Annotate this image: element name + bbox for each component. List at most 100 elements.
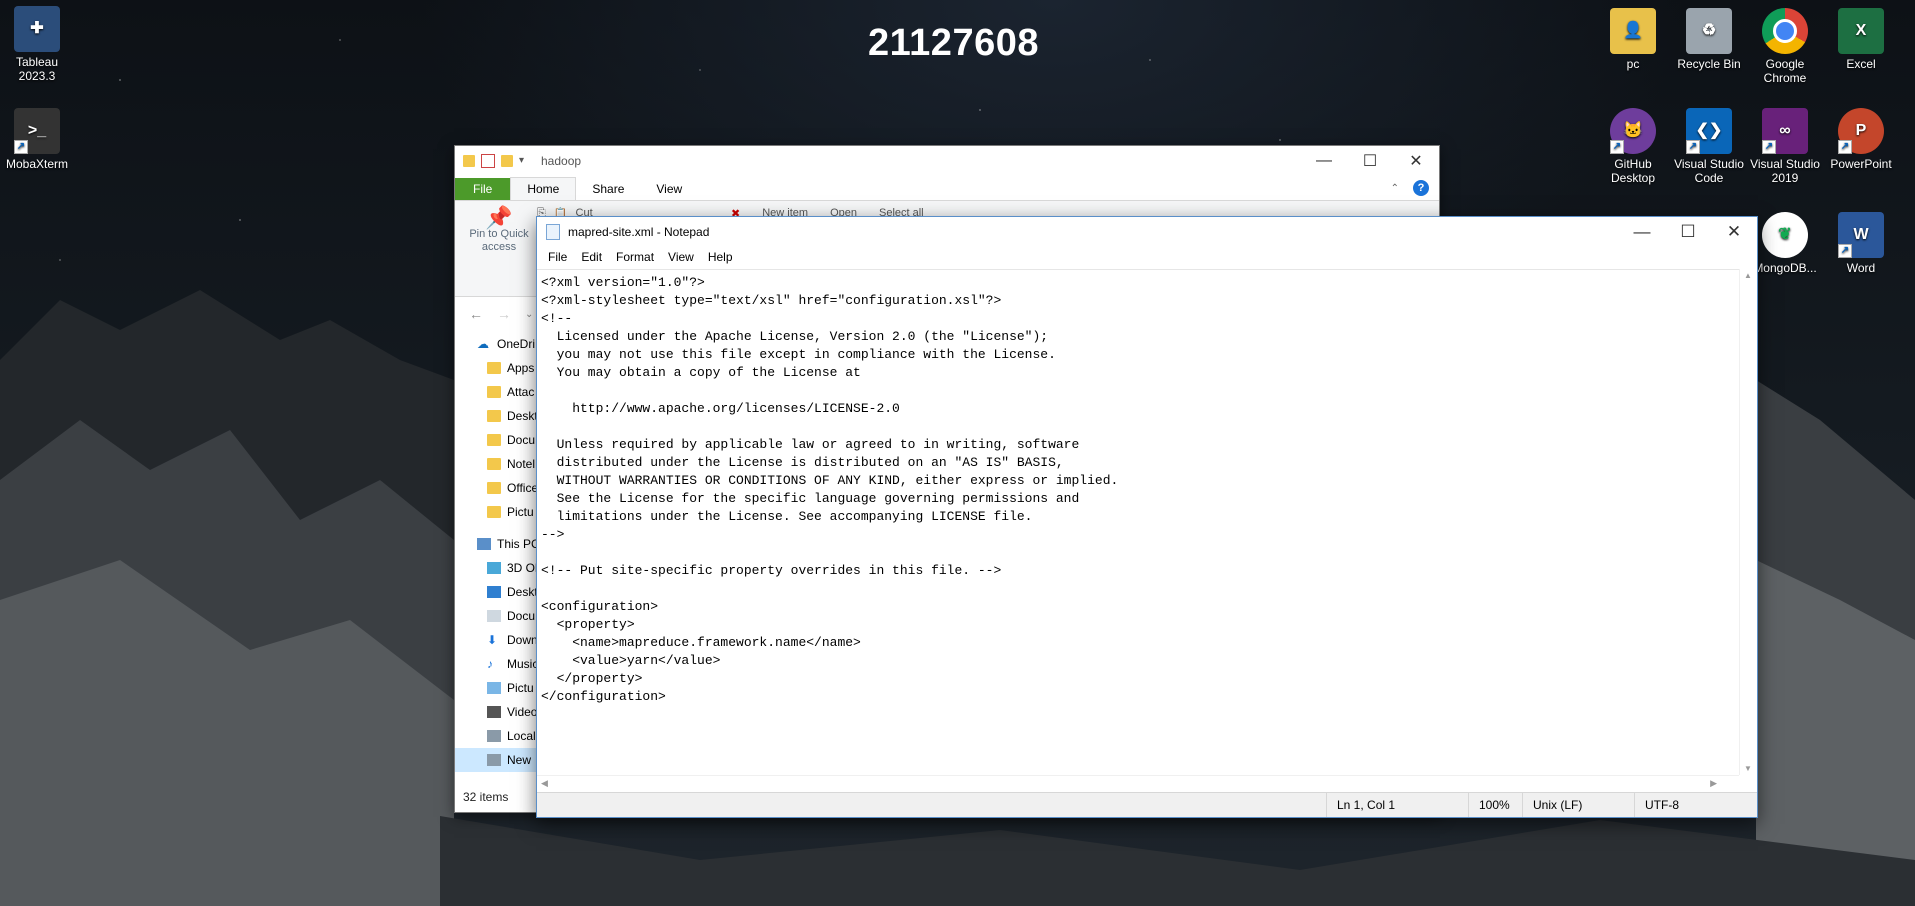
- videos-icon: [487, 706, 501, 718]
- nav-item-folder[interactable]: Notel: [455, 452, 537, 476]
- download-icon: ⬇: [487, 633, 498, 647]
- nav-item-onedrive[interactable]: ☁ OneDri: [455, 332, 537, 356]
- desktop-icon-label: Excel: [1846, 57, 1876, 71]
- desktop-icon-label: GitHub Desktop: [1610, 157, 1656, 185]
- vertical-scrollbar[interactable]: ▲ ▼: [1739, 269, 1757, 775]
- menu-format[interactable]: Format: [609, 250, 661, 264]
- excel-icon: X: [1838, 8, 1884, 54]
- menu-bar: File Edit Format View Help: [537, 247, 1757, 267]
- menu-view[interactable]: View: [661, 250, 701, 264]
- folder-icon: [487, 434, 501, 446]
- desktop-icon-label: PowerPoint: [1830, 157, 1892, 171]
- desktop-icon-excel[interactable]: X Excel: [1824, 8, 1898, 71]
- nav-item-downloads[interactable]: ⬇ Down: [455, 628, 537, 652]
- desktop-icon-label: Recycle Bin: [1677, 57, 1741, 71]
- encoding: UTF-8: [1634, 793, 1755, 817]
- nav-item-folder[interactable]: Apps: [455, 356, 537, 380]
- nav-item-folder[interactable]: Pictu: [455, 500, 537, 524]
- desktop-icon-chrome[interactable]: Google Chrome: [1748, 8, 1822, 85]
- folder-icon: [463, 155, 475, 167]
- file-content[interactable]: <?xml version="1.0"?> <?xml-stylesheet t…: [537, 270, 1739, 706]
- onedrive-icon: ☁: [477, 337, 489, 351]
- tab-home[interactable]: Home: [510, 177, 577, 200]
- nav-item-folder[interactable]: Office: [455, 476, 537, 500]
- explorer-item-count: 32 items: [463, 790, 509, 804]
- horizontal-scrollbar[interactable]: ◀ ▶: [537, 775, 1739, 792]
- scroll-left-icon[interactable]: ◀: [541, 778, 548, 789]
- desktop-icon: [487, 586, 501, 598]
- tab-share[interactable]: Share: [576, 178, 640, 200]
- nav-item-folder[interactable]: Deskt: [455, 404, 537, 428]
- new-folder-icon[interactable]: [501, 155, 513, 167]
- forward-arrow-icon[interactable]: →: [497, 306, 511, 322]
- text-editor[interactable]: <?xml version="1.0"?> <?xml-stylesheet t…: [537, 269, 1739, 776]
- folder-icon: [487, 482, 501, 494]
- visual-studio-icon: ∞ ↗: [1762, 108, 1808, 154]
- chrome-icon: [1762, 8, 1808, 54]
- notepad-title-bar[interactable]: mapred-site.xml - Notepad — ☐ ✕: [537, 217, 1757, 247]
- help-icon[interactable]: ?: [1413, 180, 1429, 196]
- tab-view[interactable]: View: [640, 178, 698, 200]
- close-icon[interactable]: ✕: [1393, 146, 1439, 176]
- nav-item-folder[interactable]: Attac: [455, 380, 537, 404]
- pin-to-quick-access-button[interactable]: 📌 Pin to Quick access: [461, 207, 537, 254]
- word-icon: W ↗: [1838, 212, 1884, 258]
- desktop-icon-label: MongoDB...: [1753, 261, 1817, 275]
- folder-icon: [487, 458, 501, 470]
- folder-icon: [487, 410, 501, 422]
- notepad-icon: [546, 224, 560, 240]
- quick-access-dropdown-icon[interactable]: ▾: [519, 155, 531, 167]
- nav-item-folder[interactable]: Docu: [455, 428, 537, 452]
- maximize-icon[interactable]: ☐: [1347, 146, 1393, 176]
- back-arrow-icon[interactable]: ←: [469, 306, 483, 322]
- vscode-icon: ❮❯ ↗: [1686, 108, 1732, 154]
- pictures-icon: [487, 682, 501, 694]
- close-icon[interactable]: ✕: [1711, 217, 1757, 247]
- desktop-icon-tableau[interactable]: ✚ Tableau 2023.3: [0, 6, 74, 83]
- desktop-icon-github[interactable]: 🐱 ↗ GitHub Desktop: [1596, 108, 1670, 185]
- powerpoint-icon: P ↗: [1838, 108, 1884, 154]
- desktop-icon-label: Visual Studio Code: [1674, 157, 1744, 185]
- tableau-icon: ✚: [14, 6, 60, 52]
- desktop-icon-recycle-bin[interactable]: ♻ Recycle Bin: [1672, 8, 1746, 71]
- desktop-icon-label: Google Chrome: [1763, 57, 1807, 85]
- nav-item-3d-objects[interactable]: 3D Ol: [455, 556, 537, 580]
- menu-file[interactable]: File: [541, 250, 574, 264]
- scroll-right-icon[interactable]: ▶: [1710, 778, 1717, 789]
- nav-item-new-volume[interactable]: New: [455, 748, 537, 772]
- notepad-window[interactable]: mapred-site.xml - Notepad — ☐ ✕ File Edi…: [536, 216, 1758, 818]
- minimize-icon[interactable]: —: [1301, 146, 1347, 176]
- desktop-icon-mobaxterm[interactable]: >_ ↗ MobaXterm: [0, 108, 74, 171]
- desktop-icon-visual-studio[interactable]: ∞ ↗ Visual Studio 2019: [1748, 108, 1822, 185]
- nav-item-documents[interactable]: Docu: [455, 604, 537, 628]
- nav-item-this-pc[interactable]: This PC: [455, 532, 537, 556]
- scroll-down-icon[interactable]: ▼: [1744, 764, 1752, 773]
- zoom-level: 100%: [1468, 793, 1523, 817]
- desktop-icon-vscode[interactable]: ❮❯ ↗ Visual Studio Code: [1672, 108, 1746, 185]
- menu-edit[interactable]: Edit: [574, 250, 609, 264]
- navigation-pane: ☁ OneDri Apps Attac Deskt Docu Notel Offi…: [455, 332, 537, 772]
- line-ending: Unix (LF): [1522, 793, 1633, 817]
- menu-help[interactable]: Help: [701, 250, 740, 264]
- desktop-icon-word[interactable]: W ↗ Word: [1824, 212, 1898, 275]
- minimize-icon[interactable]: —: [1619, 217, 1665, 247]
- nav-item-videos[interactable]: Video: [455, 700, 537, 724]
- recent-dropdown-icon[interactable]: ⌄: [525, 309, 533, 320]
- desktop-icon-mongodb[interactable]: ❦ MongoDB...: [1748, 212, 1822, 275]
- desktop-icon-label: Word: [1846, 261, 1876, 275]
- mongodb-icon: ❦: [1762, 212, 1808, 258]
- nav-item-local-disk[interactable]: Local: [455, 724, 537, 748]
- desktop-icon-powerpoint[interactable]: P ↗ PowerPoint: [1824, 108, 1898, 171]
- explorer-title-bar[interactable]: ▾ hadoop — ☐ ✕: [455, 146, 1439, 176]
- nav-item-desktop[interactable]: Deskt: [455, 580, 537, 604]
- properties-icon[interactable]: [481, 154, 495, 168]
- collapse-ribbon-icon[interactable]: ⌃: [1391, 183, 1399, 194]
- maximize-icon[interactable]: ☐: [1665, 217, 1711, 247]
- tab-file[interactable]: File: [455, 178, 511, 200]
- github-icon: 🐱 ↗: [1610, 108, 1656, 154]
- desktop-icon-pc[interactable]: 👤 pc: [1596, 8, 1670, 71]
- nav-item-music[interactable]: ♪ Music: [455, 652, 537, 676]
- drive-icon: [487, 754, 501, 766]
- nav-item-pictures[interactable]: Pictu: [455, 676, 537, 700]
- scroll-up-icon[interactable]: ▲: [1744, 271, 1752, 280]
